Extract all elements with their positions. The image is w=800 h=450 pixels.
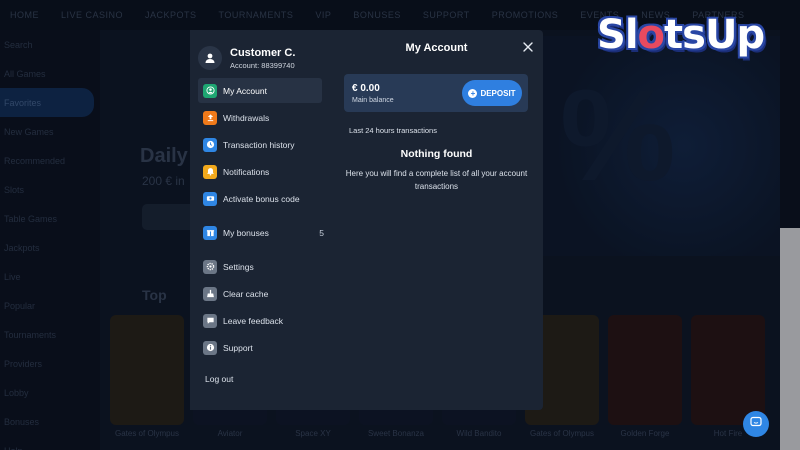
ticket-icon [203,191,217,206]
menu-item-label: My bonuses [223,227,269,238]
menu-item-clear-cache[interactable]: Clear cache [198,281,322,306]
balance-card: € 0.00 Main balance + DEPOSIT [344,74,528,112]
bonus-count-badge: 5 [319,227,324,238]
menu-item-label: Activate bonus code [223,193,300,204]
user-header: Customer C. Account: 88399740 [190,38,330,76]
account-menu: Customer C. Account: 88399740 My Account… [190,30,330,410]
balance-label: Main balance [352,97,394,104]
last-24h-label: Last 24 hours transactions [349,126,437,135]
upload-icon [203,110,217,125]
gear-icon [203,259,217,274]
menu-item-support[interactable]: Support [198,335,322,360]
logout-button[interactable]: Log out [190,374,330,384]
menu-item-label: Settings [223,261,254,272]
menu-item-label: Notifications [223,166,270,177]
menu-item-withdrawals[interactable]: Withdrawals [198,105,322,130]
menu-item-settings[interactable]: Settings [198,254,322,279]
menu-item-label: Withdrawals [223,112,270,123]
deposit-button[interactable]: + DEPOSIT [462,80,522,106]
plus-icon: + [468,88,478,98]
broom-icon [203,286,217,301]
clock-icon [203,137,217,152]
user-name: Customer C. [230,46,296,59]
menu-item-activate-bonus-code[interactable]: Activate bonus code [198,186,322,211]
modal-title: My Account [405,42,468,54]
close-icon[interactable] [521,40,535,54]
info-icon [203,340,217,355]
chat-support-button[interactable] [743,411,769,437]
account-number: Account: 88399740 [230,60,295,70]
empty-state-description: Here you will find a complete list of al… [345,169,528,191]
menu-item-my-account[interactable]: My Account [198,78,322,103]
deposit-label: DEPOSIT [480,88,516,98]
account-modal: Customer C. Account: 88399740 My Account… [190,30,543,410]
menu-item-label: Transaction history [223,139,295,150]
slotsup-logo: SlotsUp [597,12,765,58]
menu-item-leave-feedback[interactable]: Leave feedback [198,308,322,333]
menu-item-label: Leave feedback [223,315,284,326]
menu-item-my-bonuses[interactable]: My bonuses 5 [198,220,324,245]
empty-state-title: Nothing found [400,148,473,160]
menu-item-label: My Account [223,85,267,96]
bell-icon [203,164,217,179]
user-avatar-icon [198,46,222,70]
menu-item-label: Clear cache [223,288,269,299]
menu-item-label: Support [223,342,253,353]
chat-icon [203,313,217,328]
account-content: My Account € 0.00 Main balance + DEPOSIT… [330,30,543,410]
chat-icon [750,415,762,433]
gift-icon [203,225,217,240]
menu-item-transaction-history[interactable]: Transaction history [198,132,322,157]
account-icon [203,83,217,98]
menu-item-notifications[interactable]: Notifications [198,159,322,184]
balance-amount: € 0.00 [352,83,380,94]
